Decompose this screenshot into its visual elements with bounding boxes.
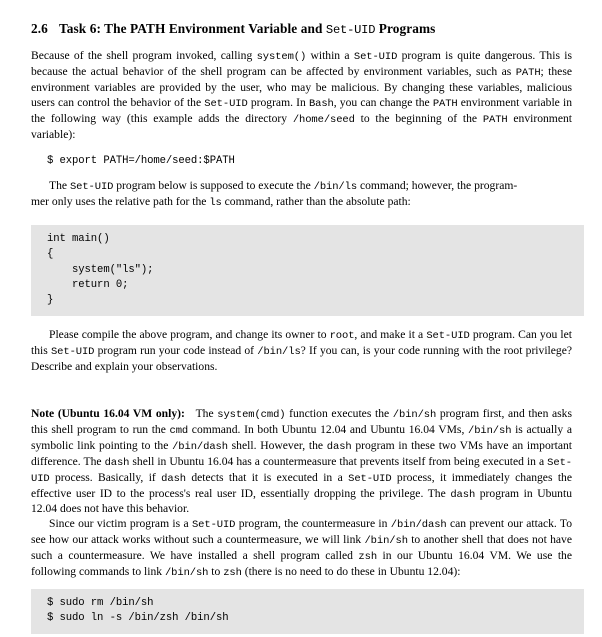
inline-code-setuid-5: Set-UID [50, 346, 95, 359]
section-title-tail: Programs [375, 21, 436, 36]
inline-code-zsh-2: zsh [223, 567, 242, 580]
inline-code-binsh-3: /bin/sh [364, 535, 408, 548]
inline-code-setuid-2: Set-UID [204, 97, 248, 110]
inline-code-binsh-2: /bin/sh [468, 424, 512, 437]
inline-code-setuid-4: Set-UID [426, 330, 470, 343]
paragraph-note: Note (Ubuntu 16.04 VM only): The system(… [31, 406, 573, 516]
section-number: 2.6 [31, 21, 48, 36]
inline-code-cmd: cmd [169, 424, 189, 437]
inline-code-setuid-8: Set-UID [191, 519, 236, 532]
code-line: int main() [47, 233, 110, 246]
code-block-c-program: int main() { system("ls"); return 0;} [31, 225, 584, 317]
inline-code-ls: ls [209, 197, 222, 210]
inline-code-dash-4: dash [450, 488, 476, 501]
paragraph-countermeasure: Since our victim program is a Set-UID pr… [31, 517, 572, 580]
inline-code-homeseed: /home/seed [292, 113, 355, 126]
code-line: } [47, 294, 54, 307]
code-line: { [47, 248, 54, 261]
inline-code-dash: dash [326, 440, 352, 453]
code-block-link-shell: $ sudo rm /bin/sh $ sudo ln -s /bin/zsh /… [31, 588, 584, 635]
document-page: 2.6 Task 6: The PATH Environment Variable… [0, 0, 602, 637]
inline-code-systemcmd: system(cmd) [217, 408, 286, 421]
code-line: $ sudo rm /bin/sh [47, 596, 154, 609]
inline-code-bindash-2: /bin/dash [390, 519, 447, 532]
inline-code-setuid-3: Set-UID [69, 181, 114, 194]
code-line: system("ls"); [47, 263, 154, 276]
code-line: $ sudo ln -s /bin/zsh /bin/sh [47, 612, 229, 625]
inline-code-zsh: zsh [358, 551, 378, 564]
inline-code-binls: /bin/ls [313, 181, 358, 194]
paragraph-intro: Because of the shell program invoked, ca… [31, 49, 572, 141]
code-line: return 0; [47, 278, 129, 291]
inline-code-bash: Bash [308, 97, 334, 110]
note-label: Note (Ubuntu 16.04 VM only): [31, 406, 185, 420]
paragraph-compile: Please compile the above program, and ch… [31, 328, 573, 374]
inline-code-path: PATH [515, 66, 541, 79]
code-block-export-path: $ export PATH=/home/seed:$PATH [47, 155, 235, 168]
inline-code-system: system() [256, 51, 307, 63]
inline-code-binls-2: /bin/ls [257, 346, 301, 359]
inline-code-setuid: Set-UID [353, 51, 398, 63]
inline-code-dash-2: dash [104, 456, 130, 469]
paragraph-setuid-below: The Set-UID program below is supposed to… [31, 179, 518, 210]
inline-code-dash-3: dash [161, 472, 186, 485]
inline-code-path-3: PATH [482, 113, 508, 126]
inline-code-root: root [329, 330, 355, 343]
page-title: 2.6 Task 6: The PATH Environment Variable… [31, 0, 572, 38]
inline-code-bindash: /bin/dash [172, 440, 228, 453]
inline-code-binsh-4: /bin/sh [164, 567, 209, 580]
section-title-mono: Set-UID [325, 23, 376, 37]
inline-code-setuid-7: Set-UID [348, 472, 392, 485]
inline-code-path-2: PATH [432, 97, 458, 110]
inline-code-binsh: /bin/sh [392, 408, 437, 421]
section-title-text: Task 6: The PATH Environment Variable an… [59, 21, 326, 36]
